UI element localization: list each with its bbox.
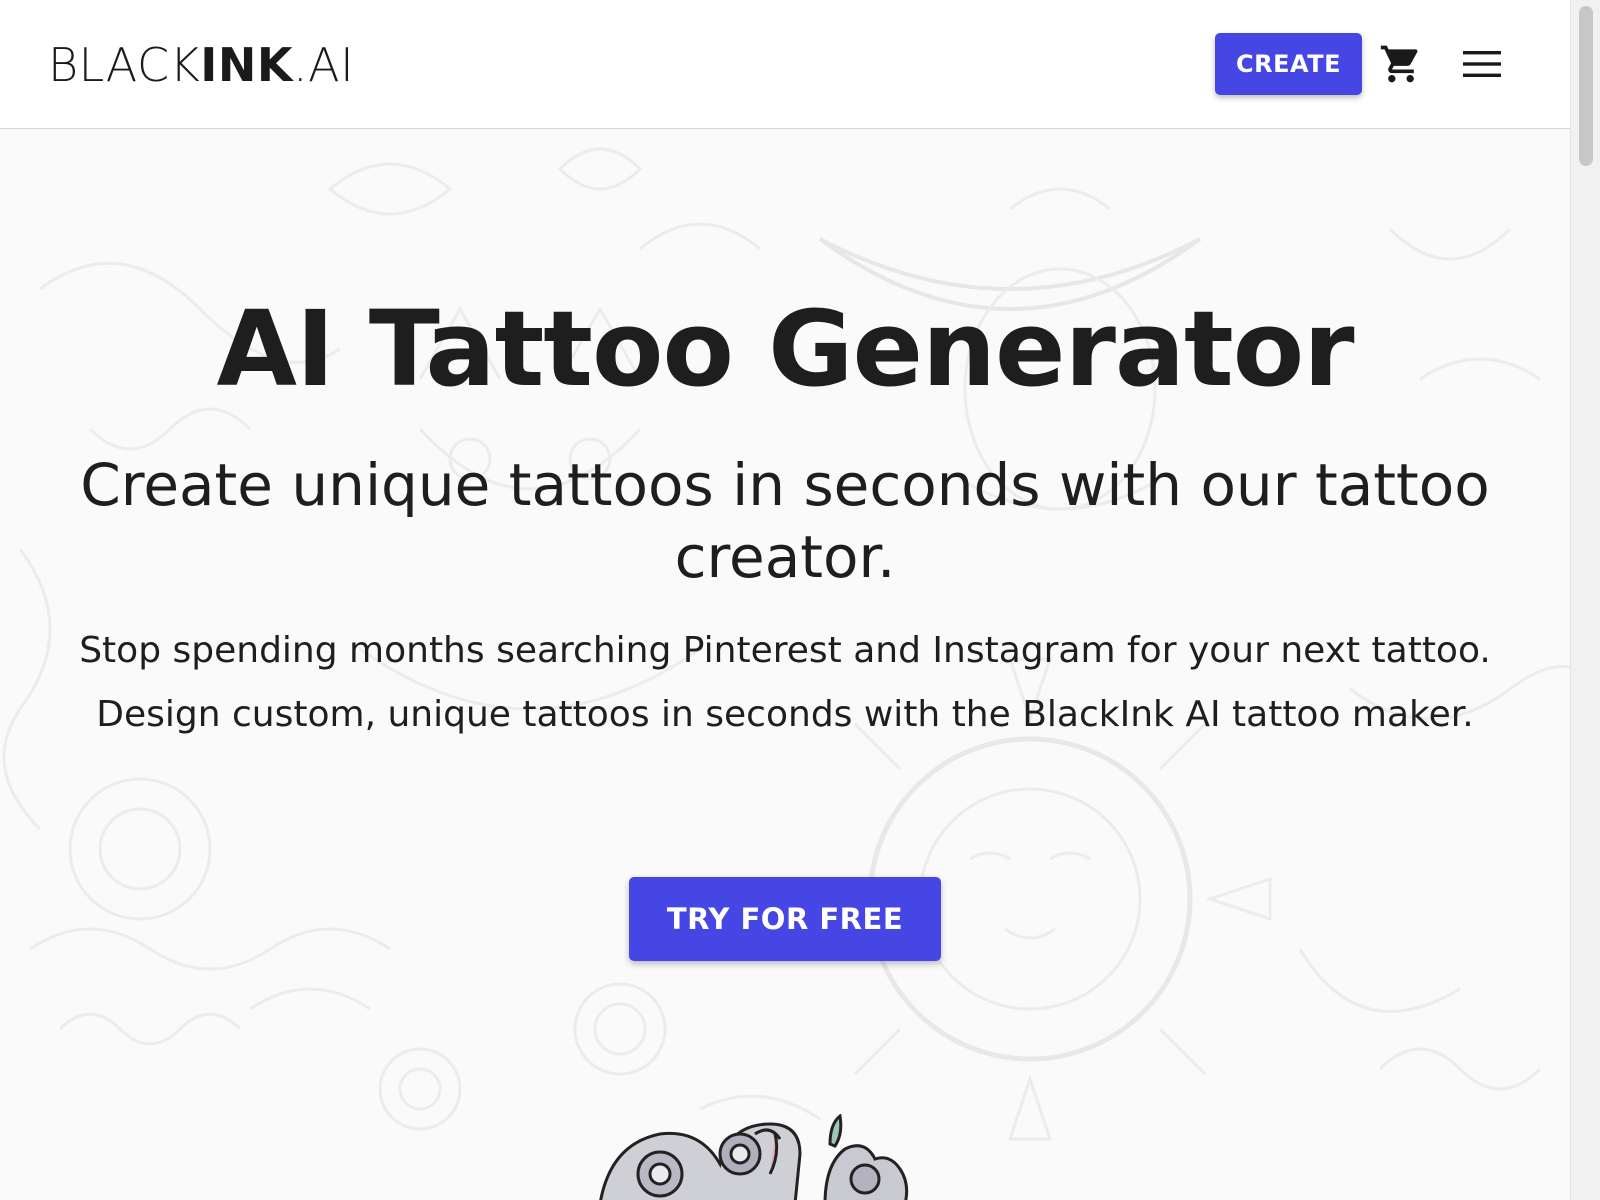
hamburger-menu-icon[interactable] [1463, 49, 1501, 79]
hero-title: AI Tattoo Generator [216, 288, 1354, 410]
hero-subtitle: Create unique tattoos in seconds with ou… [80, 451, 1490, 591]
hero-section: AI Tattoo Generator Create unique tattoo… [0, 129, 1570, 1200]
page: BLACKINK.AI CREATE AI Tattoo Generator C… [0, 0, 1600, 1200]
logo-text-end: .AI [293, 38, 355, 92]
brand-logo[interactable]: BLACKINK.AI [48, 38, 354, 92]
hero-description: Stop spending months searching Pinterest… [79, 630, 1491, 735]
logo-text-bold: INK [200, 38, 294, 92]
vertical-scrollbar[interactable] [1570, 0, 1600, 1200]
logo-text-start: BLACK [48, 38, 201, 92]
top-navbar: BLACKINK.AI CREATE [0, 0, 1570, 129]
shopping-cart-icon[interactable] [1379, 42, 1423, 86]
create-button[interactable]: CREATE [1215, 33, 1362, 95]
scrollbar-thumb[interactable] [1579, 6, 1593, 166]
try-for-free-button[interactable]: TRY FOR FREE [629, 877, 941, 961]
rose-tattoo-image [599, 1114, 909, 1200]
